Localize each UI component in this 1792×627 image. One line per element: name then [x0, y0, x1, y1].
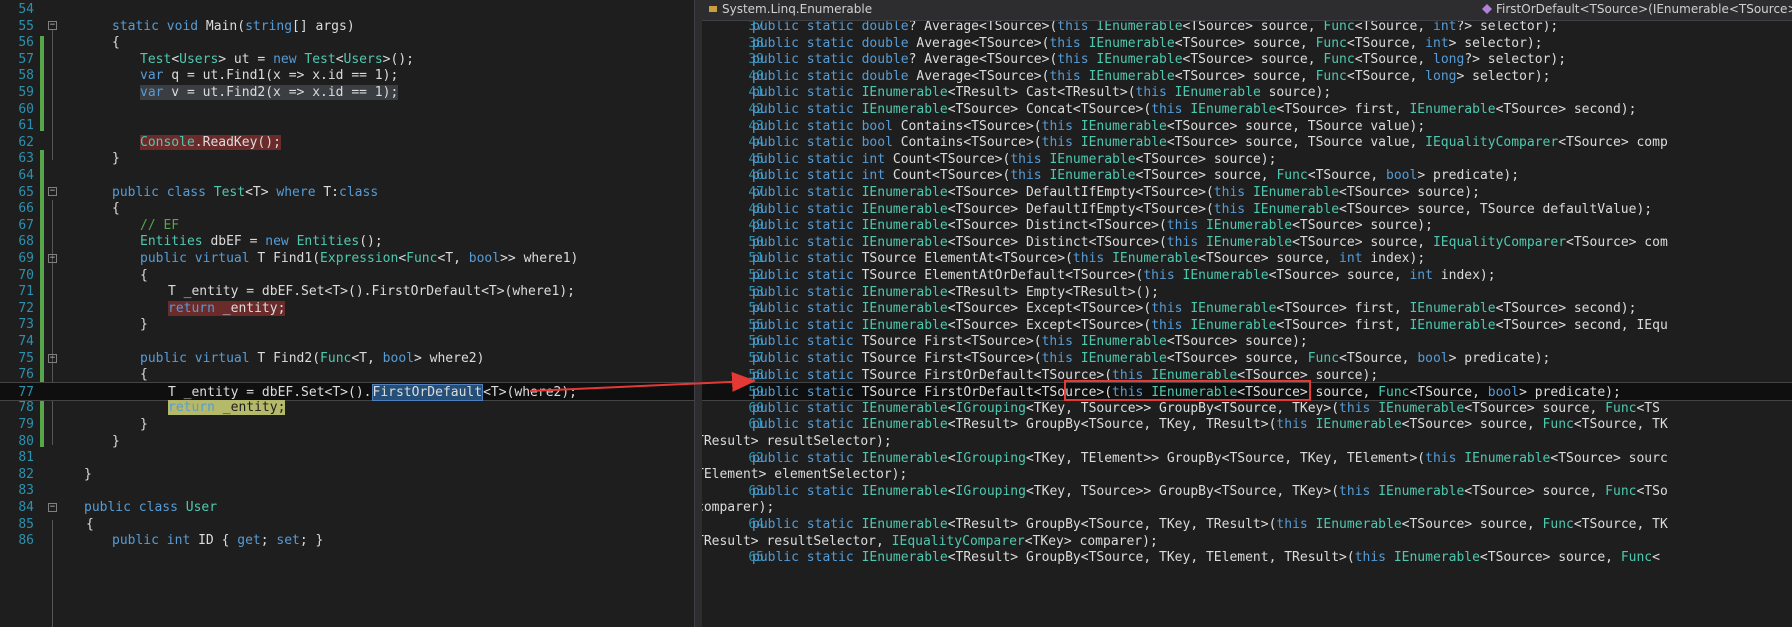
right-metadata-editor[interactable]: System.Linq.Enumerable FirstOrDefault<TS…	[702, 0, 1792, 627]
right-code-lines: 37 public static double? Average<TSource>…	[702, 21, 1792, 627]
line-number: 86	[18, 533, 34, 549]
type-dropdown-label: System.Linq.Enumerable	[722, 2, 873, 16]
code-line[interactable]: 65 public static IEnumerable<TResult> Gro…	[702, 548, 1792, 567]
class-icon	[709, 6, 717, 12]
code-text: public int ID { get; set; }	[112, 533, 324, 549]
left-code-editor[interactable]: − − − − − 54 55 static void Main(string[] …	[0, 0, 694, 627]
code-line[interactable]: 86 public int ID { get; set; }	[0, 531, 694, 550]
navigation-bar: System.Linq.Enumerable FirstOrDefault<TS…	[702, 0, 1792, 21]
code-text: public static IEnumerable<TResult> Group…	[752, 550, 1660, 566]
member-dropdown[interactable]: FirstOrDefault<TSource>(IEnumerable<TSou…	[1482, 0, 1792, 18]
method-icon	[1482, 4, 1492, 14]
member-dropdown-label: FirstOrDefault<TSource>(IEnumerable<TSou…	[1496, 2, 1792, 16]
type-dropdown[interactable]: System.Linq.Enumerable	[708, 0, 872, 18]
highlight-box-annotation	[1064, 380, 1311, 402]
